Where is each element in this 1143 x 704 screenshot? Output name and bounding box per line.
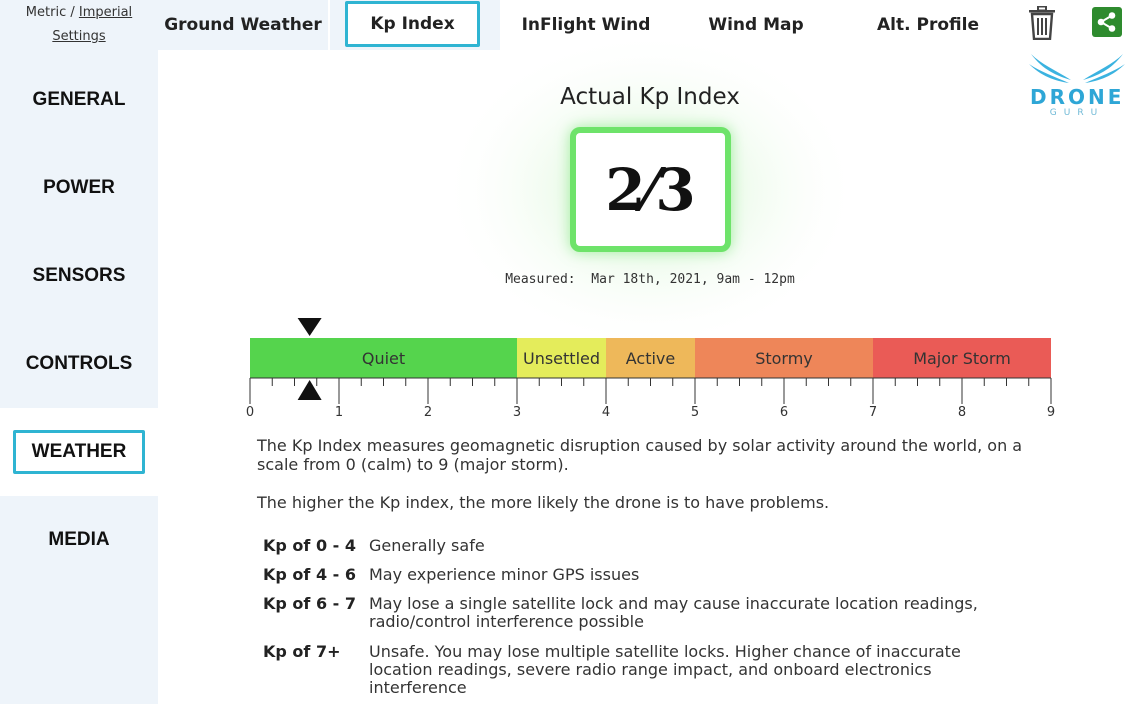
- sidebar-item-media[interactable]: MEDIA: [0, 496, 158, 584]
- units-separator: /: [70, 5, 75, 20]
- marker-up-icon: [297, 380, 322, 400]
- tab-label: Alt. Profile: [877, 15, 979, 35]
- tick-label: 3: [513, 405, 521, 420]
- sidebar-item-general[interactable]: GENERAL: [0, 56, 158, 144]
- tick-label: 9: [1047, 405, 1055, 420]
- kp-range-desc: Generally safe: [369, 536, 485, 555]
- share-icon: [1097, 12, 1116, 32]
- imperial-option[interactable]: Imperial: [79, 5, 132, 20]
- measured-label: Measured:: [505, 272, 576, 287]
- tab-label: InFlight Wind: [521, 15, 651, 35]
- scale-zone-label: Active: [626, 349, 676, 368]
- measured-value: Mar 18th, 2021, 9am - 12pm: [591, 272, 795, 287]
- tick-label: 5: [691, 405, 699, 420]
- sidebar-item-weather[interactable]: WEATHER: [0, 408, 158, 496]
- scale-zone-label: Quiet: [362, 349, 405, 368]
- kp-range-key: Kp of 7+: [263, 642, 341, 661]
- tab-label: Kp Index: [370, 14, 455, 34]
- settings-link[interactable]: Settings: [0, 26, 158, 48]
- kp-range-key: Kp of 6 - 7: [263, 594, 356, 613]
- sidebar-item-sensors[interactable]: SENSORS: [0, 232, 158, 320]
- share-button[interactable]: [1092, 7, 1122, 37]
- tab-ground-weather[interactable]: Ground Weather: [158, 0, 328, 50]
- logo-text: DRONE: [1030, 85, 1125, 109]
- sidebar-item-label: POWER: [43, 177, 115, 198]
- scale-zone-label: Unsettled: [523, 349, 600, 368]
- tab-alt-profile[interactable]: Alt. Profile: [860, 0, 996, 50]
- sidebar-item-label: MEDIA: [48, 529, 110, 550]
- tick-label: 8: [958, 405, 966, 420]
- sidebar-item-label: CONTROLS: [25, 353, 133, 374]
- kp-range-key: Kp of 4 - 6: [263, 565, 356, 584]
- kp-range-key: Kp of 0 - 4: [263, 536, 356, 555]
- tick-label: 1: [335, 405, 343, 420]
- sidebar-item-label: GENERAL: [32, 89, 126, 110]
- tick-label: 7: [869, 405, 877, 420]
- scale-zone-label: Stormy: [755, 349, 813, 368]
- tab-label: Wind Map: [708, 15, 804, 35]
- units-toggle: Metric / Imperial Settings: [0, 0, 158, 56]
- sidebar-item-label: WEATHER: [12, 430, 146, 474]
- page-title: Actual Kp Index: [560, 84, 740, 110]
- marker-down-icon: [297, 318, 322, 336]
- tick-label: 0: [246, 405, 254, 420]
- sidebar-item-label: SENSORS: [32, 265, 126, 286]
- logo-subtext: GURU: [1049, 108, 1105, 118]
- sidebar-item-controls[interactable]: CONTROLS: [0, 320, 158, 408]
- sidebar-item-power[interactable]: POWER: [0, 144, 158, 232]
- kp-range-desc: Unsafe. You may lose multiple satellite …: [369, 642, 961, 697]
- kp-range-desc: May lose a single satellite lock and may…: [369, 594, 978, 631]
- sidebar: GENERAL POWER SENSORS CONTROLS WEATHER M…: [0, 56, 158, 704]
- tick-label: 2: [424, 405, 432, 420]
- metric-option[interactable]: Metric: [26, 5, 66, 20]
- trash-icon[interactable]: [1028, 6, 1056, 40]
- measured-info: Measured: Mar 18th, 2021, 9am - 12pm: [450, 272, 850, 287]
- description-paragraph: The higher the Kp index, the more likely…: [257, 493, 830, 512]
- tick-label: 6: [780, 405, 788, 420]
- kp-value: 2⁄3: [605, 155, 696, 224]
- tick-label: 4: [602, 405, 610, 420]
- kp-value-box: 2⁄3: [570, 127, 731, 252]
- description-paragraph: The Kp Index measures geomagnetic disrup…: [257, 436, 1023, 474]
- kp-range-desc: May experience minor GPS issues: [369, 565, 640, 584]
- scale-zone-label: Major Storm: [913, 349, 1011, 368]
- tab-label: Ground Weather: [164, 15, 322, 35]
- kp-scale: Quiet Unsettled Active Stormy Major Storm 0 1 2…: [246, 318, 1055, 420]
